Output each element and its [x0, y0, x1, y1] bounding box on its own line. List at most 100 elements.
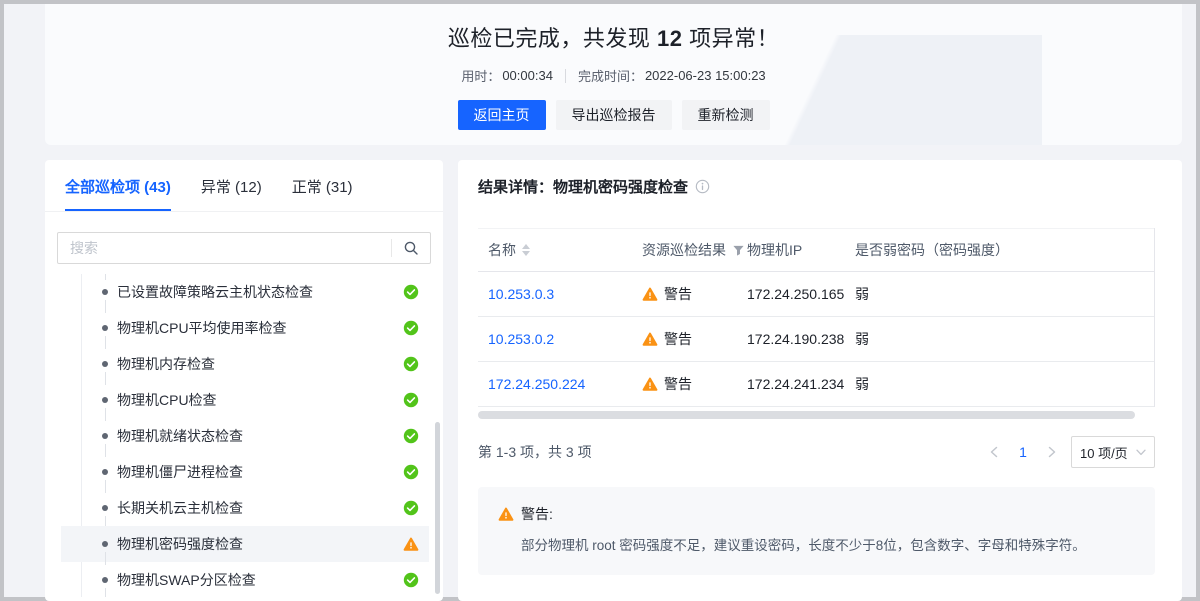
bullet-icon	[102, 361, 108, 367]
bullet-icon	[102, 505, 108, 511]
col-ip-label: 物理机IP	[747, 240, 802, 260]
list-item-selected[interactable]: 物理机密码强度检查	[61, 526, 429, 562]
warning-note-title: 警告:	[521, 504, 553, 524]
chevron-down-icon	[1136, 449, 1146, 456]
col-result-label: 资源巡检结果	[642, 240, 726, 260]
result-cell: 警告	[642, 284, 747, 304]
warning-icon	[642, 376, 658, 392]
tab-abnormal[interactable]: 异常 (12)	[201, 176, 262, 211]
inspection-meta: 用时： 00:00:34 完成时间： 2022-06-23 15:00:23	[45, 66, 1182, 85]
summary-banner: 巡检已完成，共发现 12 项异常！ 用时： 00:00:34 完成时间： 202…	[45, 4, 1182, 145]
filter-icon[interactable]	[732, 244, 745, 257]
success-icon	[403, 428, 419, 444]
horizontal-scrollbar[interactable]	[478, 411, 1135, 419]
table-header-row: 名称 资源巡检结果 物理机IP 是否弱密码（密码强度）	[478, 228, 1154, 272]
host-link[interactable]: 172.24.250.224	[478, 376, 642, 392]
check-item-label: 长期关机云主机检查	[117, 498, 403, 518]
result-detail-header: 结果详情：物理机密码强度检查	[458, 160, 1182, 197]
check-item-label: 物理机CPU检查	[117, 390, 403, 410]
next-page-button[interactable]	[1043, 443, 1061, 461]
success-icon	[403, 284, 419, 300]
table-row: 172.24.250.224 警告 172.24.241.234 弱	[478, 362, 1154, 407]
check-item-label: 物理机僵尸进程检查	[117, 462, 403, 482]
host-link[interactable]: 10.253.0.2	[478, 331, 642, 347]
list-item[interactable]: 长期关机云主机检查	[61, 490, 429, 526]
weak-password-cell: 弱	[855, 284, 1155, 304]
ip-cell: 172.24.190.238	[747, 331, 855, 347]
list-item[interactable]: 物理机CPU检查	[61, 382, 429, 418]
search-button[interactable]	[392, 233, 430, 263]
pagination-bar: 第 1-3 项，共 3 项 1 10 项/页	[478, 436, 1155, 468]
page-number[interactable]: 1	[1013, 444, 1033, 460]
bullet-icon	[102, 397, 108, 403]
result-status-text: 警告	[664, 374, 692, 394]
recheck-button[interactable]: 重新检测	[682, 100, 770, 130]
page-size-value: 10 项/页	[1080, 443, 1128, 462]
tab-normal[interactable]: 正常 (31)	[292, 176, 353, 211]
sort-icon[interactable]	[522, 244, 530, 256]
info-icon[interactable]	[695, 179, 710, 194]
check-item-label: 物理机就绪状态检查	[117, 426, 403, 446]
banner-actions: 返回主页 导出巡检报告 重新检测	[45, 100, 1182, 130]
duration-label: 用时：	[461, 66, 500, 85]
list-item[interactable]: 物理机SWAP分区检查	[61, 562, 429, 597]
list-item[interactable]: 物理机就绪状态检查	[61, 418, 429, 454]
result-status-text: 警告	[664, 284, 692, 304]
bullet-icon	[102, 433, 108, 439]
success-icon	[403, 572, 419, 588]
ip-cell: 172.24.250.165	[747, 286, 855, 302]
tabs-bar: 全部巡检项 (43) 异常 (12) 正常 (31)	[45, 160, 443, 212]
weak-password-cell: 弱	[855, 374, 1155, 394]
list-item[interactable]: 已设置故障策略云主机状态检查	[61, 274, 429, 310]
col-header-result[interactable]: 资源巡检结果	[642, 240, 747, 260]
bullet-icon	[102, 577, 108, 583]
result-detail-title: 结果详情：物理机密码强度检查	[478, 176, 688, 197]
success-icon	[403, 320, 419, 336]
list-item[interactable]: 物理机CPU平均使用率检查	[61, 310, 429, 346]
warning-note-description: 部分物理机 root 密码强度不足，建议重设密码，长度不少于8位，包含数字、字母…	[521, 536, 1135, 556]
ip-cell: 172.24.241.234	[747, 376, 855, 392]
search-box	[57, 232, 431, 264]
check-item-label: 物理机内存检查	[117, 354, 403, 374]
finish-time-value: 2022-06-23 15:00:23	[645, 68, 766, 83]
page-title-suffix: 项异常！	[682, 26, 779, 51]
col-header-ip: 物理机IP	[747, 240, 855, 260]
host-link[interactable]: 10.253.0.3	[478, 286, 642, 302]
check-item-label: 已设置故障策略云主机状态检查	[117, 282, 403, 302]
result-cell: 警告	[642, 374, 747, 394]
bullet-icon	[102, 289, 108, 295]
back-home-button[interactable]: 返回主页	[458, 100, 546, 130]
success-icon	[403, 392, 419, 408]
success-icon	[403, 500, 419, 516]
search-icon	[403, 240, 419, 256]
vertical-scrollbar[interactable]	[435, 422, 440, 594]
tab-all-items[interactable]: 全部巡检项 (43)	[65, 176, 171, 211]
col-name-label: 名称	[488, 240, 516, 260]
finish-time-label: 完成时间：	[578, 66, 643, 85]
inspection-items-panel: 全部巡检项 (43) 异常 (12) 正常 (31) 已设置故障策略云主机状态检…	[45, 160, 443, 601]
export-report-button[interactable]: 导出巡检报告	[556, 100, 672, 130]
result-detail-panel: 结果详情：物理机密码强度检查 名称 资源巡检结果 物理机IP 是否弱密码（密码强…	[458, 160, 1182, 601]
check-item-label: 物理机SWAP分区检查	[117, 570, 403, 590]
warning-icon	[403, 536, 419, 552]
list-item[interactable]: 物理机内存检查	[61, 346, 429, 382]
table-row: 10.253.0.2 警告 172.24.190.238 弱	[478, 317, 1154, 362]
duration-value: 00:00:34	[502, 68, 553, 83]
success-icon	[403, 464, 419, 480]
meta-divider	[565, 69, 566, 83]
bullet-icon	[102, 469, 108, 475]
timeline-connector	[105, 588, 106, 597]
result-cell: 警告	[642, 329, 747, 349]
search-input[interactable]	[58, 240, 391, 256]
weak-password-cell: 弱	[855, 329, 1155, 349]
success-icon	[403, 356, 419, 372]
col-header-name[interactable]: 名称	[478, 240, 642, 260]
list-item[interactable]: 物理机僵尸进程检查	[61, 454, 429, 490]
anomaly-count: 12	[657, 26, 682, 51]
page-size-select[interactable]: 10 项/页	[1071, 436, 1155, 468]
pagination-summary: 第 1-3 项，共 3 项	[478, 442, 592, 462]
pagination-controls: 1 10 项/页	[985, 436, 1155, 468]
warning-note: 警告: 部分物理机 root 密码强度不足，建议重设密码，长度不少于8位，包含数…	[478, 487, 1155, 575]
prev-page-button[interactable]	[985, 443, 1003, 461]
bullet-icon	[102, 541, 108, 547]
